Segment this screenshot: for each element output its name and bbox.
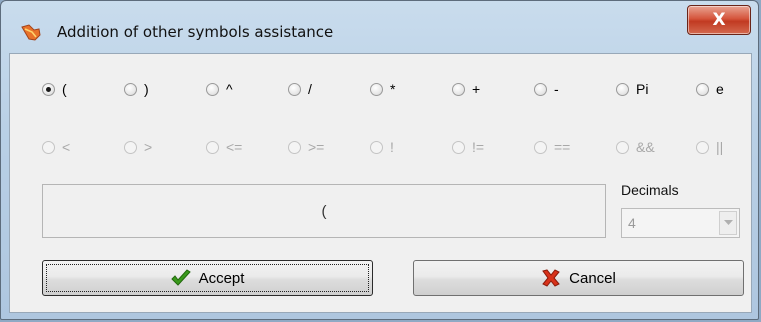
radio-label: > bbox=[144, 139, 153, 155]
radio-circle-icon[interactable] bbox=[288, 82, 301, 96]
radio-circle-icon bbox=[370, 140, 383, 154]
radio-option: < bbox=[42, 137, 70, 157]
cancel-label: Cancel bbox=[569, 269, 616, 287]
radio-option: != bbox=[452, 137, 484, 157]
radio-label: / bbox=[308, 81, 312, 97]
radio-option[interactable]: + bbox=[452, 79, 480, 99]
decimals-dropdown[interactable]: 4 bbox=[621, 208, 740, 238]
radio-circle-icon[interactable] bbox=[206, 82, 219, 96]
radio-option[interactable]: Pi bbox=[616, 79, 648, 99]
radio-label: == bbox=[554, 139, 571, 155]
radio-option: <= bbox=[206, 137, 242, 157]
radio-circle-icon bbox=[288, 140, 301, 154]
radio-circle-icon bbox=[452, 140, 465, 154]
red-x-icon bbox=[541, 269, 561, 287]
close-button[interactable]: X bbox=[687, 5, 751, 35]
radio-label: ) bbox=[144, 81, 149, 97]
radio-label: * bbox=[390, 81, 396, 97]
radio-option: == bbox=[534, 137, 570, 157]
radio-option[interactable]: * bbox=[370, 79, 395, 99]
accept-button[interactable]: Accept bbox=[42, 260, 373, 296]
preview-text: ( bbox=[321, 202, 327, 220]
title-bar[interactable]: Addition of other symbols assistance X bbox=[1, 1, 758, 53]
radio-option: && bbox=[616, 137, 655, 157]
chevron-down-icon[interactable] bbox=[719, 211, 737, 235]
radio-circle-icon bbox=[42, 140, 55, 154]
radio-label: != bbox=[472, 139, 485, 155]
decimals-value: 4 bbox=[628, 215, 636, 231]
radio-label: + bbox=[472, 81, 481, 97]
radio-label: ! bbox=[390, 139, 394, 155]
radio-circle-icon[interactable] bbox=[124, 82, 137, 96]
radio-circle-icon[interactable] bbox=[370, 82, 383, 96]
radio-label: && bbox=[636, 139, 655, 155]
radio-label: <= bbox=[226, 139, 243, 155]
radio-label: >= bbox=[308, 139, 325, 155]
radio-circle-icon[interactable] bbox=[696, 82, 709, 96]
radio-circle-icon bbox=[534, 140, 547, 154]
radio-option[interactable]: ) bbox=[124, 79, 149, 99]
radio-label: - bbox=[554, 81, 559, 97]
radio-option: ! bbox=[370, 137, 394, 157]
radio-circle-icon[interactable] bbox=[534, 82, 547, 96]
radio-option[interactable]: ^ bbox=[206, 79, 233, 99]
radio-circle-icon[interactable] bbox=[452, 82, 465, 96]
dialog-client-area: () ^ / * + - Pi e < > <= >=! != == && || ( Decimals 4 … bbox=[9, 53, 752, 313]
radio-circle-icon[interactable] bbox=[616, 82, 629, 96]
cancel-button[interactable]: Cancel bbox=[413, 260, 744, 296]
radio-label: Pi bbox=[636, 81, 649, 97]
radio-label: ( bbox=[62, 81, 67, 97]
close-icon: X bbox=[712, 10, 726, 30]
radio-option[interactable]: ( bbox=[42, 79, 67, 99]
radio-option[interactable]: e bbox=[696, 79, 724, 99]
radio-circle-icon bbox=[124, 140, 137, 154]
window-title: Addition of other symbols assistance bbox=[57, 23, 334, 41]
radio-option[interactable]: / bbox=[288, 79, 312, 99]
radio-label: e bbox=[716, 81, 724, 97]
radio-option: || bbox=[696, 137, 723, 157]
radio-option: > bbox=[124, 137, 152, 157]
radio-option: >= bbox=[288, 137, 324, 157]
radio-circle-icon bbox=[616, 140, 629, 154]
radio-label: < bbox=[62, 139, 71, 155]
radio-selected-dot bbox=[46, 86, 51, 92]
radio-label: ^ bbox=[226, 81, 233, 97]
app-arrow-icon bbox=[20, 23, 42, 43]
radio-circle-icon bbox=[206, 140, 219, 154]
radio-option[interactable]: - bbox=[534, 79, 559, 99]
focus-rectangle bbox=[46, 264, 369, 292]
decimals-label: Decimals bbox=[621, 182, 679, 198]
radio-circle-icon bbox=[696, 140, 709, 154]
radio-circle-icon[interactable] bbox=[42, 82, 55, 96]
expression-preview: ( bbox=[42, 184, 606, 238]
radio-label: || bbox=[716, 139, 724, 155]
dialog-window: Addition of other symbols assistance X (… bbox=[0, 0, 759, 320]
